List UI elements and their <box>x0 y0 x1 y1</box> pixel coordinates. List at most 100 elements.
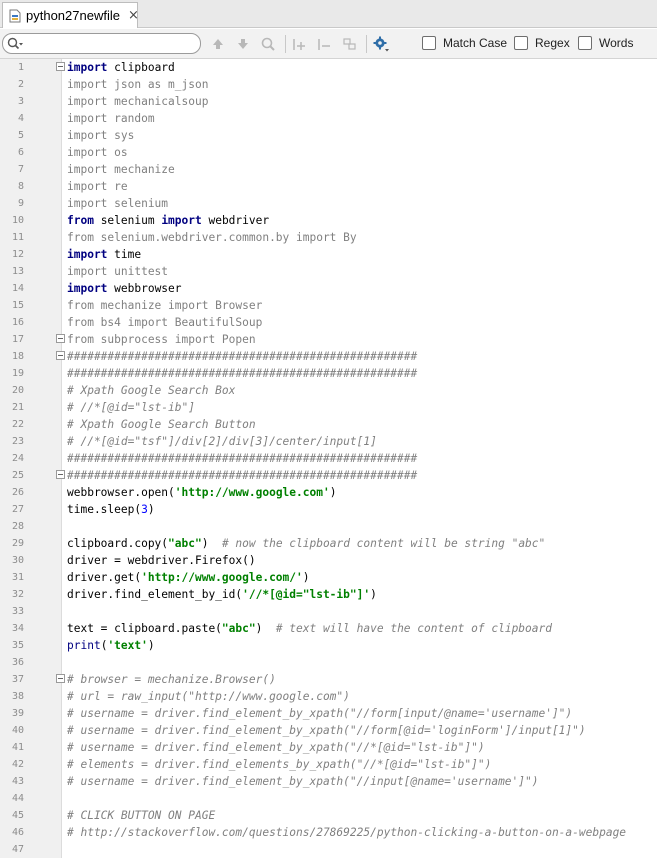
code-line[interactable]: 30 driver = webdriver.Firefox() <box>0 552 657 569</box>
code-line[interactable]: 6 import os <box>0 144 657 161</box>
code-line[interactable]: 16 from bs4 import BeautifulSoup <box>0 314 657 331</box>
code-line[interactable]: 43 # username = driver.find_element_by_xp… <box>0 773 657 790</box>
code-text: # username = driver.find_element_by_xpat… <box>67 722 586 739</box>
select-all-occurrences-icon[interactable] <box>340 34 360 54</box>
close-tab-icon[interactable]: × <box>128 8 139 23</box>
next-occurrence-icon[interactable] <box>233 34 253 54</box>
code-line[interactable]: 1 import clipboard <box>0 59 657 76</box>
fold-toggle-icon[interactable] <box>56 351 65 360</box>
remove-occurrence-icon[interactable] <box>315 34 335 54</box>
words-option[interactable]: Words <box>578 36 633 50</box>
code-token: time <box>107 248 142 261</box>
code-token: import json as m_json <box>67 78 209 91</box>
code-line[interactable]: 42 # elements = driver.find_elements_by_x… <box>0 756 657 773</box>
code-line[interactable]: 14 import webbrowser <box>0 280 657 297</box>
code-editor[interactable]: 1 import clipboard 2 import json as m_json 3… <box>0 59 657 858</box>
regex-checkbox[interactable] <box>514 36 528 50</box>
code-line[interactable]: 32 driver.find_element_by_id('//*[@id="ls… <box>0 586 657 603</box>
code-line[interactable]: 13 import unittest <box>0 263 657 280</box>
fold-toggle-icon[interactable] <box>56 334 65 343</box>
code-token: 'http://www.google.com/' <box>141 571 303 584</box>
line-number: 45 <box>11 810 24 821</box>
code-text: import time <box>67 246 141 263</box>
code-token: selenium <box>93 214 162 227</box>
line-number: 41 <box>11 742 24 753</box>
code-line[interactable]: 15 from mechanize import Browser <box>0 297 657 314</box>
code-line[interactable]: 2 import json as m_json <box>0 76 657 93</box>
code-line[interactable]: 10 from selenium import webdriver <box>0 212 657 229</box>
code-text: import clipboard <box>67 59 175 76</box>
fold-toggle-icon[interactable] <box>56 674 65 683</box>
filter-settings-icon[interactable] <box>371 34 391 54</box>
code-line[interactable]: 35 print('text') <box>0 637 657 654</box>
code-line[interactable]: 8 import re <box>0 178 657 195</box>
code-line[interactable]: 22 # Xpath Google Search Button <box>0 416 657 433</box>
fold-toggle-icon[interactable] <box>56 62 65 71</box>
code-line[interactable]: 23 # //*[@id="tsf"]/div[2]/div[3]/center/… <box>0 433 657 450</box>
code-line[interactable]: 4 import random <box>0 110 657 127</box>
code-line[interactable]: 28 <box>0 518 657 535</box>
code-line[interactable]: 25 ######################################… <box>0 467 657 484</box>
code-line[interactable]: 18 ######################################… <box>0 348 657 365</box>
code-line[interactable]: 27 time.sleep(3) <box>0 501 657 518</box>
code-token: driver.find_element_by_id( <box>67 588 243 601</box>
code-line[interactable]: 17 from subprocess import Popen <box>0 331 657 348</box>
code-token: '//*[@id="lst-ib"]' <box>242 588 371 601</box>
code-line[interactable]: 20 # Xpath Google Search Box <box>0 382 657 399</box>
code-line[interactable]: 5 import sys <box>0 127 657 144</box>
code-line[interactable]: 40 # username = driver.find_element_by_xp… <box>0 722 657 739</box>
code-token: "abc" <box>168 537 202 550</box>
code-line[interactable]: 38 # url = raw_input("http://www.google.c… <box>0 688 657 705</box>
code-line[interactable]: 19 ######################################… <box>0 365 657 382</box>
code-line[interactable]: 46 # http://stackoverflow.com/questions/2… <box>0 824 657 841</box>
code-token: # //*[@id="tsf"]/div[2]/div[3]/center/in… <box>67 435 377 448</box>
line-number: 1 <box>17 62 24 73</box>
code-text: from selenium import webdriver <box>67 212 269 229</box>
code-line[interactable]: 26 webbrowser.open('http://www.google.com… <box>0 484 657 501</box>
search-input[interactable] <box>25 35 195 52</box>
code-line[interactable]: 29 clipboard.copy("abc") # now the clipbo… <box>0 535 657 552</box>
code-line[interactable]: 31 driver.get('http://www.google.com/') <box>0 569 657 586</box>
code-line[interactable]: 45 # CLICK BUTTON ON PAGE <box>0 807 657 824</box>
regex-option[interactable]: Regex <box>514 36 570 50</box>
code-line[interactable]: 24 ######################################… <box>0 450 657 467</box>
previous-occurrence-icon[interactable] <box>208 34 228 54</box>
code-text: # username = driver.find_element_by_xpat… <box>67 739 485 756</box>
add-occurrence-icon[interactable] <box>290 34 310 54</box>
code-line[interactable]: 39 # username = driver.find_element_by_xp… <box>0 705 657 722</box>
code-line[interactable]: 33 <box>0 603 657 620</box>
code-line[interactable]: 47 <box>0 841 657 858</box>
editor-tab[interactable]: python27newfile × <box>2 2 139 28</box>
code-token: 'text' <box>107 639 148 652</box>
code-line[interactable]: 7 import mechanize <box>0 161 657 178</box>
code-token: ########################################… <box>67 469 418 482</box>
code-line[interactable]: 12 import time <box>0 246 657 263</box>
code-token: # url = raw_input("http://www.google.com… <box>67 690 350 703</box>
search-icon[interactable] <box>7 37 23 51</box>
code-token: ) <box>147 639 155 652</box>
code-line[interactable]: 36 <box>0 654 657 671</box>
code-line[interactable]: 3 import mechanicalsoup <box>0 93 657 110</box>
match-case-checkbox[interactable] <box>422 36 436 50</box>
find-all-icon[interactable] <box>258 34 278 54</box>
fold-toggle-icon[interactable] <box>56 470 65 479</box>
code-line[interactable]: 41 # username = driver.find_element_by_xp… <box>0 739 657 756</box>
code-text: import os <box>67 144 128 161</box>
search-field[interactable] <box>2 33 201 54</box>
code-text: from selenium.webdriver.common.by import… <box>67 229 357 246</box>
line-number: 22 <box>11 419 24 430</box>
line-number: 21 <box>11 402 24 413</box>
line-number: 14 <box>11 283 24 294</box>
line-number: 7 <box>17 164 24 175</box>
code-line[interactable]: 21 # //*[@id="lst-ib"] <box>0 399 657 416</box>
line-number: 5 <box>17 130 24 141</box>
code-token: # username = driver.find_element_by_xpat… <box>67 775 539 788</box>
words-checkbox[interactable] <box>578 36 592 50</box>
line-number: 31 <box>11 572 24 583</box>
code-line[interactable]: 11 from selenium.webdriver.common.by impo… <box>0 229 657 246</box>
code-line[interactable]: 37 # browser = mechanize.Browser() <box>0 671 657 688</box>
code-line[interactable]: 44 <box>0 790 657 807</box>
code-line[interactable]: 9 import selenium <box>0 195 657 212</box>
match-case-option[interactable]: Match Case <box>422 36 507 50</box>
code-line[interactable]: 34 text = clipboard.paste("abc") # text w… <box>0 620 657 637</box>
